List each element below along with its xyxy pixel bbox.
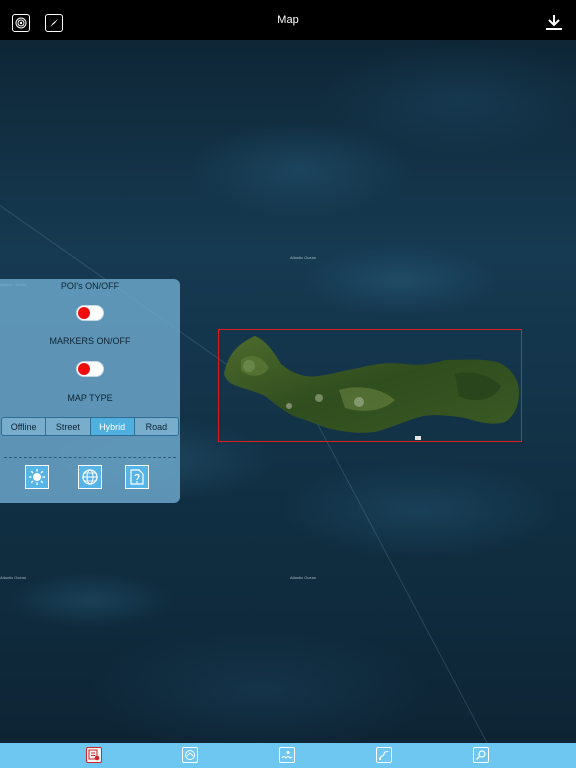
- island-satellite-image: [224, 336, 519, 440]
- map-type-segmented-control: Offline Street Hybrid Road: [1, 417, 179, 436]
- map-type-offline[interactable]: Offline: [2, 418, 47, 435]
- weather-icon[interactable]: [279, 747, 295, 763]
- globe-icon[interactable]: [78, 465, 102, 489]
- search-icon[interactable]: [473, 747, 489, 763]
- toggle-knob: [78, 363, 90, 375]
- route-icon[interactable]: [376, 747, 392, 763]
- markers-toggle[interactable]: [76, 361, 104, 377]
- top-bar: Map: [0, 0, 576, 40]
- ocean-label: Atlantic Ocean: [0, 575, 27, 580]
- layers-icon[interactable]: [182, 747, 198, 763]
- panel-divider: [4, 457, 176, 458]
- settings-list-icon[interactable]: [86, 747, 102, 763]
- map-type-road[interactable]: Road: [134, 418, 178, 435]
- bottom-nav-bar: [0, 743, 576, 768]
- ocean-label: Atlantic Ocean: [290, 575, 317, 580]
- poi-toggle[interactable]: [76, 305, 104, 321]
- toggle-knob: [78, 307, 90, 319]
- map-type-label: MAP TYPE: [67, 393, 113, 403]
- brightness-icon[interactable]: [25, 465, 49, 489]
- map-options-panel: POI's ON/OFF MARKERS ON/OFF MAP TYPE Off…: [0, 279, 180, 503]
- target-icon[interactable]: [12, 14, 30, 32]
- ocean-label: Atlantic Ocean: [290, 255, 317, 260]
- island-highlight-box[interactable]: [218, 329, 522, 442]
- compass-icon[interactable]: [45, 14, 63, 32]
- download-icon[interactable]: [544, 14, 564, 32]
- help-icon[interactable]: [125, 465, 149, 489]
- map-type-street[interactable]: Street: [46, 418, 91, 435]
- map-type-hybrid[interactable]: Hybrid: [90, 418, 135, 435]
- page-title: Map: [277, 14, 299, 26]
- poi-toggle-label: POI's ON/OFF: [60, 281, 120, 291]
- markers-toggle-label: MARKERS ON/OFF: [49, 336, 131, 346]
